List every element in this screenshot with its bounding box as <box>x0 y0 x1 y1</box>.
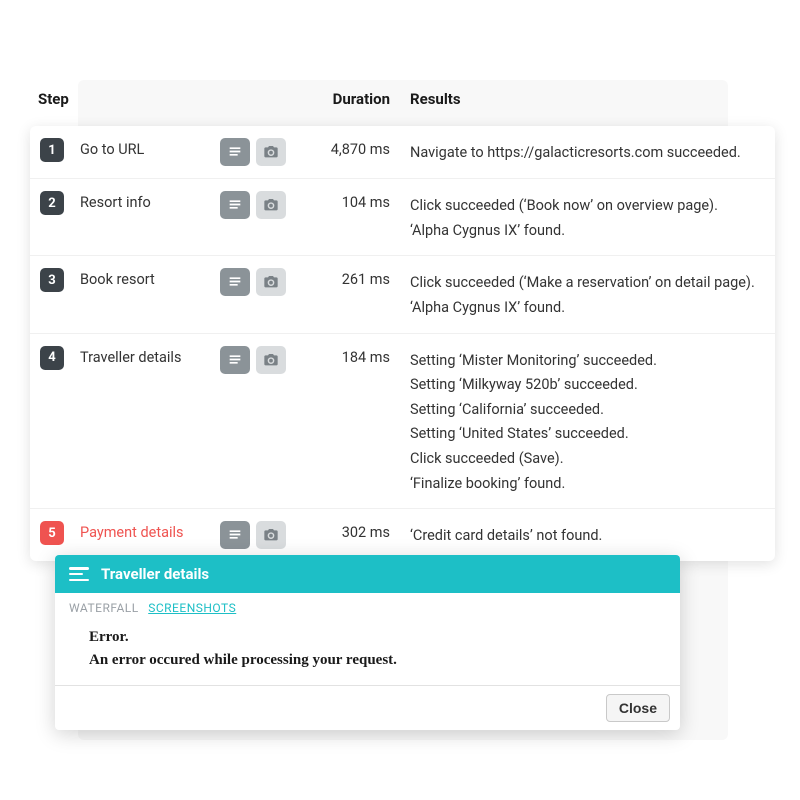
step-number-badge: 4 <box>40 346 64 370</box>
steps-card: 1 Go to URL 4,870 msNavigate to https://ga… <box>30 126 775 561</box>
modal-header[interactable]: Traveller details <box>55 555 680 593</box>
step-duration: 4,870 ms <box>310 138 410 158</box>
step-actions <box>220 346 310 374</box>
step-actions <box>220 268 310 296</box>
result-line: ‘Credit card details’ not found. <box>410 524 761 549</box>
steps-table: Step Duration Results 1 Go to URL 4,870 ms… <box>30 90 775 561</box>
step-results: Click succeeded (‘Make a reservation’ on… <box>410 268 775 320</box>
step-duration: 104 ms <box>310 191 410 211</box>
step-results: Click succeeded (‘Book now’ on overview … <box>410 191 775 243</box>
step-number-badge: 1 <box>40 138 64 162</box>
result-line: ‘Finalize booking’ found. <box>410 472 761 497</box>
step-name: Payment details <box>80 521 220 541</box>
result-line: Click succeeded (‘Book now’ on overview … <box>410 194 761 219</box>
result-line: Setting ‘California’ succeeded. <box>410 398 761 423</box>
step-actions <box>220 138 310 166</box>
step-results: Setting ‘Mister Monitoring’ succeeded.Se… <box>410 346 775 497</box>
result-line: Setting ‘Mister Monitoring’ succeeded. <box>410 349 761 374</box>
result-line: Setting ‘Milkyway 520b’ succeeded. <box>410 373 761 398</box>
table-row[interactable]: 4 Traveller details 184 msSetting ‘Mister … <box>30 334 775 510</box>
menu-icon[interactable] <box>69 567 89 581</box>
notes-icon[interactable] <box>220 138 250 166</box>
table-headers: Step Duration Results <box>30 90 775 126</box>
table-row[interactable]: 3 Book resort 261 msClick succeeded (‘Make… <box>30 256 775 333</box>
step-number-badge: 5 <box>40 521 64 545</box>
camera-icon[interactable] <box>256 521 286 549</box>
step-name: Book resort <box>80 268 220 288</box>
camera-icon[interactable] <box>256 346 286 374</box>
error-title: Error. <box>89 629 646 646</box>
error-message: An error occured while processing your r… <box>89 652 646 669</box>
notes-icon[interactable] <box>220 268 250 296</box>
table-row[interactable]: 5 Payment details 302 ms‘Credit card detai… <box>30 509 775 561</box>
step-number-badge: 2 <box>40 191 64 215</box>
step-name: Traveller details <box>80 346 220 366</box>
step-name: Resort info <box>80 191 220 211</box>
table-row[interactable]: 2 Resort info 104 msClick succeeded (‘Book… <box>30 179 775 256</box>
header-results: Results <box>410 90 775 108</box>
tab-waterfall[interactable]: WATERFALL <box>69 601 139 615</box>
step-name: Go to URL <box>80 138 220 158</box>
camera-icon[interactable] <box>256 138 286 166</box>
step-number-badge: 3 <box>40 268 64 292</box>
step-duration: 302 ms <box>310 521 410 541</box>
notes-icon[interactable] <box>220 191 250 219</box>
header-duration: Duration <box>310 90 410 108</box>
tab-screenshots[interactable]: SCREENSHOTS <box>148 601 236 615</box>
step-actions <box>220 521 310 549</box>
header-name <box>80 90 220 108</box>
header-step: Step <box>30 90 80 108</box>
modal-title: Traveller details <box>101 565 209 583</box>
result-line: Navigate to https://galacticresorts.com … <box>410 141 761 166</box>
result-line: Setting ‘United States’ succeeded. <box>410 422 761 447</box>
result-line: Click succeeded (‘Make a reservation’ on… <box>410 271 761 296</box>
header-actions <box>220 90 310 108</box>
camera-icon[interactable] <box>256 268 286 296</box>
modal-body: Error. An error occured while processing… <box>55 619 680 685</box>
modal-footer: Close <box>55 685 680 730</box>
step-duration: 184 ms <box>310 346 410 366</box>
camera-icon[interactable] <box>256 191 286 219</box>
step-detail-modal: Traveller details WATERFALL SCREENSHOTS … <box>55 555 680 730</box>
notes-icon[interactable] <box>220 521 250 549</box>
step-actions <box>220 191 310 219</box>
result-line: Click succeeded (Save). <box>410 447 761 472</box>
step-results: Navigate to https://galacticresorts.com … <box>410 138 775 166</box>
step-results: ‘Credit card details’ not found. <box>410 521 775 549</box>
result-line: ‘Alpha Cygnus IX’ found. <box>410 296 761 321</box>
step-duration: 261 ms <box>310 268 410 288</box>
notes-icon[interactable] <box>220 346 250 374</box>
table-row[interactable]: 1 Go to URL 4,870 msNavigate to https://ga… <box>30 126 775 179</box>
modal-tabs: WATERFALL SCREENSHOTS <box>55 593 680 619</box>
close-button[interactable]: Close <box>606 694 670 722</box>
result-line: ‘Alpha Cygnus IX’ found. <box>410 219 761 244</box>
